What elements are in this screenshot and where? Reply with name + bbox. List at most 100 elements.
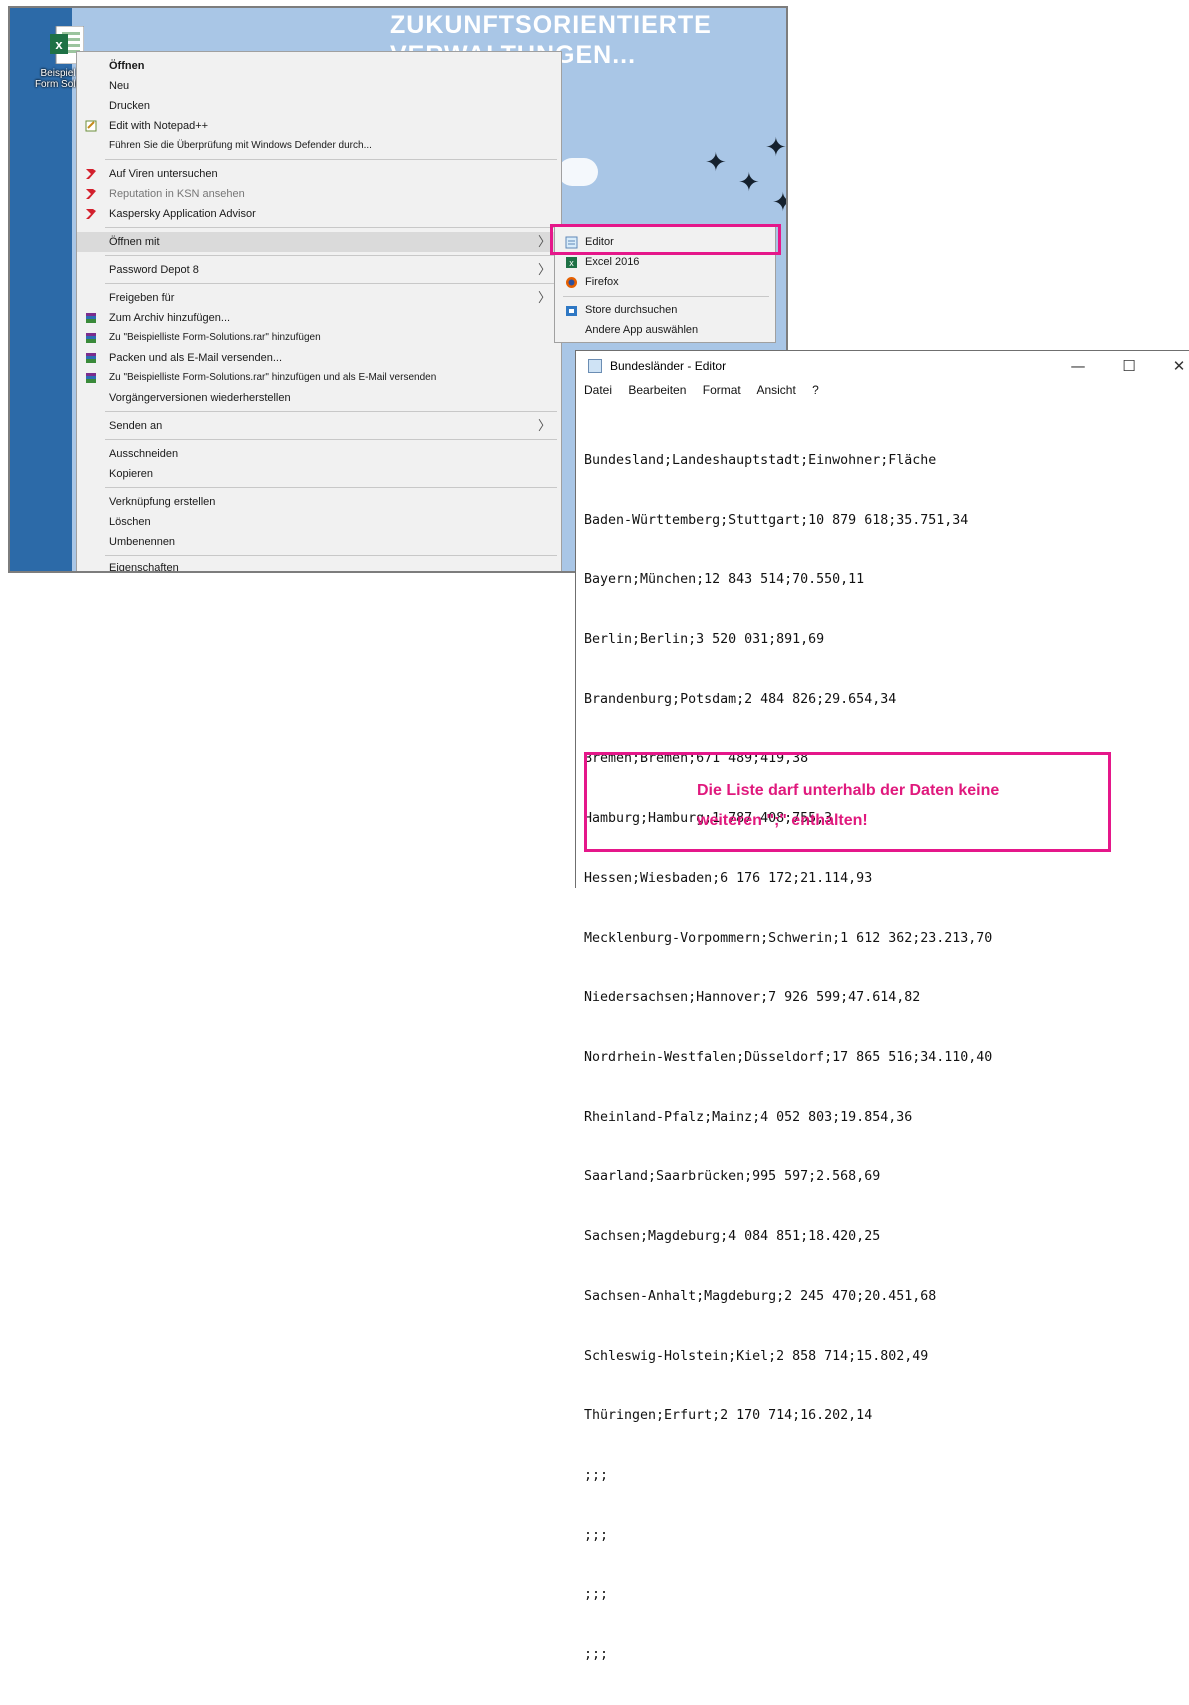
menu-item-send-to[interactable]: Senden an 〉 xyxy=(77,416,561,436)
winrar-icon xyxy=(86,373,96,383)
text-line: ;;; xyxy=(584,1647,609,1663)
store-icon xyxy=(566,306,577,316)
bird-icon: ✦ xyxy=(738,168,760,198)
menu-item-add-archive[interactable]: Zum Archiv hinzufügen... xyxy=(77,308,561,328)
menu-separator xyxy=(105,255,557,256)
text-line: Berlin;Berlin;3 520 031;891,69 xyxy=(584,631,825,647)
menu-datei[interactable]: Datei xyxy=(584,383,612,397)
menu-bearbeiten[interactable]: Bearbeiten xyxy=(628,383,686,397)
window-title: Bundesländer - Editor xyxy=(610,359,727,373)
chevron-right-icon: 〉 xyxy=(537,290,551,305)
svg-text:x: x xyxy=(55,37,63,52)
menu-item-rename[interactable]: Umbenennen xyxy=(77,532,561,552)
annotation-line1: Die Liste darf unterhalb der Daten keine xyxy=(697,782,1000,799)
menu-item-notepadpp[interactable]: Edit with Notepad++ xyxy=(77,116,561,136)
menu-item-reputation[interactable]: Reputation in KSN ansehen xyxy=(77,184,561,204)
menu-item-label: Senden an xyxy=(109,420,163,432)
minimize-button[interactable]: — xyxy=(1063,355,1093,377)
menu-item-oeffnen[interactable]: Öffnen xyxy=(77,56,561,76)
submenu-item-label: Store durchsuchen xyxy=(585,304,678,316)
menu-separator xyxy=(105,411,557,412)
menu-item-pack-email[interactable]: Packen und als E-Mail versenden... xyxy=(77,348,561,368)
bird-icon: ✦ xyxy=(705,148,727,178)
winrar-icon xyxy=(86,353,96,363)
menu-item-app-advisor[interactable]: Kaspersky Application Advisor xyxy=(77,204,561,224)
text-line: Bundesland;Landeshauptstadt;Einwohner;Fl… xyxy=(584,452,937,468)
close-button[interactable]: ✕ xyxy=(1164,355,1189,377)
menu-item-label: Zum Archiv hinzufügen... xyxy=(109,312,231,324)
text-line: ;;; xyxy=(584,1527,609,1543)
excel-icon: x xyxy=(566,257,577,268)
chevron-right-icon: 〉 xyxy=(537,262,551,277)
menu-item-copy[interactable]: Kopieren xyxy=(77,464,561,484)
menu-separator xyxy=(105,487,557,488)
menu-item-open-with[interactable]: Öffnen mit 〉 xyxy=(77,232,561,252)
cloud-decoration xyxy=(558,158,598,186)
submenu-item-label: Firefox xyxy=(585,276,619,288)
menu-separator xyxy=(105,283,557,284)
menu-help[interactable]: ? xyxy=(812,383,819,397)
menu-item-cut[interactable]: Ausschneiden xyxy=(77,444,561,464)
text-line: Mecklenburg-Vorpommern;Schwerin;1 612 36… xyxy=(584,930,993,946)
notepadpp-icon xyxy=(85,120,97,132)
menu-item-share[interactable]: Freigeben für 〉 xyxy=(77,288,561,308)
menu-item-label: Packen und als E-Mail versenden... xyxy=(109,352,283,364)
menu-ansicht[interactable]: Ansicht xyxy=(756,383,795,397)
kaspersky-icon xyxy=(86,189,96,199)
submenu-item-firefox[interactable]: Firefox xyxy=(555,271,775,293)
maximize-button[interactable]: ☐ xyxy=(1114,355,1144,377)
menu-separator xyxy=(105,227,557,228)
menu-item-add-rar-email[interactable]: Zu "Beispielliste Form-Solutions.rar" hi… xyxy=(77,368,561,388)
menu-item-add-rar[interactable]: Zu "Beispielliste Form-Solutions.rar" hi… xyxy=(77,328,561,348)
menu-item-drucken[interactable]: Drucken xyxy=(77,96,561,116)
svg-text:x: x xyxy=(569,258,574,268)
text-line: Baden-Württemberg;Stuttgart;10 879 618;3… xyxy=(584,512,969,528)
notepad-titlebar[interactable]: Bundesländer - Editor — ☐ ✕ xyxy=(576,351,1189,381)
menu-item-create-shortcut[interactable]: Verknüpfung erstellen xyxy=(77,492,561,512)
menu-item-password-depot[interactable]: Password Depot 8 〉 xyxy=(77,260,561,280)
menu-format[interactable]: Format xyxy=(703,383,741,397)
submenu-item-other-app[interactable]: Andere App auswählen xyxy=(555,319,775,341)
menu-item-defender[interactable]: Führen Sie die Überprüfung mit Windows D… xyxy=(77,136,561,156)
desktop-left-strip xyxy=(10,8,72,571)
menu-item-virus-scan[interactable]: Auf Viren untersuchen xyxy=(77,164,561,184)
notepad-menubar: Datei Bearbeiten Format Ansicht ? xyxy=(584,383,832,397)
menu-item-properties[interactable]: Eigenschaften xyxy=(77,558,561,571)
text-line: ;;; xyxy=(584,1468,609,1484)
menu-separator xyxy=(105,439,557,440)
text-line: ;;; xyxy=(584,1587,609,1603)
menu-item-label: Kaspersky Application Advisor xyxy=(109,208,256,220)
menu-item-restore-versions[interactable]: Vorgängerversionen wiederherstellen xyxy=(77,388,561,408)
bird-icon: ✦ xyxy=(765,133,787,163)
menu-item-label: Edit with Notepad++ xyxy=(109,120,209,132)
menu-item-label: Password Depot 8 xyxy=(109,264,199,276)
annotation-text: Die Liste darf unterhalb der Daten keine… xyxy=(697,776,1097,836)
menu-item-label: Öffnen mit xyxy=(109,236,160,248)
menu-item-neu[interactable]: Neu xyxy=(77,76,561,96)
menu-item-delete[interactable]: Löschen xyxy=(77,512,561,532)
text-line: Bayern;München;12 843 514;70.550,11 xyxy=(584,572,865,588)
firefox-icon xyxy=(566,277,577,288)
notepad-text-area[interactable]: Bundesland;Landeshauptstadt;Einwohner;Fl… xyxy=(584,411,992,1705)
annotation-line2: weiteren ";" enthalten! xyxy=(697,812,868,829)
menu-item-label: Auf Viren untersuchen xyxy=(109,168,218,180)
text-line: Nordrhein-Westfalen;Düsseldorf;17 865 51… xyxy=(584,1050,993,1065)
menu-item-label: Reputation in KSN ansehen xyxy=(109,188,245,200)
submenu-item-store[interactable]: Store durchsuchen xyxy=(555,299,775,321)
kaspersky-icon xyxy=(86,169,96,179)
bird-icon: ✦ xyxy=(772,188,786,218)
winrar-icon xyxy=(86,333,96,343)
wallpaper-title-line1: ZUKUNFTSORIENTIERTE xyxy=(390,11,712,39)
editor-highlight-box xyxy=(550,224,781,255)
context-menu: Öffnen Neu Drucken Edit with Notepad++ F… xyxy=(76,51,562,571)
submenu-separator xyxy=(563,296,769,297)
menu-item-label: Freigeben für xyxy=(109,292,175,304)
kaspersky-icon xyxy=(86,209,96,219)
menu-item-label: Zu "Beispielliste Form-Solutions.rar" hi… xyxy=(109,332,321,343)
text-line: Hessen;Wiesbaden;6 176 172;21.114,93 xyxy=(584,870,873,886)
text-line: Sachsen;Magdeburg;4 084 851;18.420,25 xyxy=(584,1229,881,1245)
menu-separator xyxy=(105,555,557,556)
text-line: Sachsen-Anhalt;Magdeburg;2 245 470;20.45… xyxy=(584,1288,937,1304)
text-line: Rheinland-Pfalz;Mainz;4 052 803;19.854,3… xyxy=(584,1109,913,1125)
menu-separator xyxy=(105,159,557,160)
